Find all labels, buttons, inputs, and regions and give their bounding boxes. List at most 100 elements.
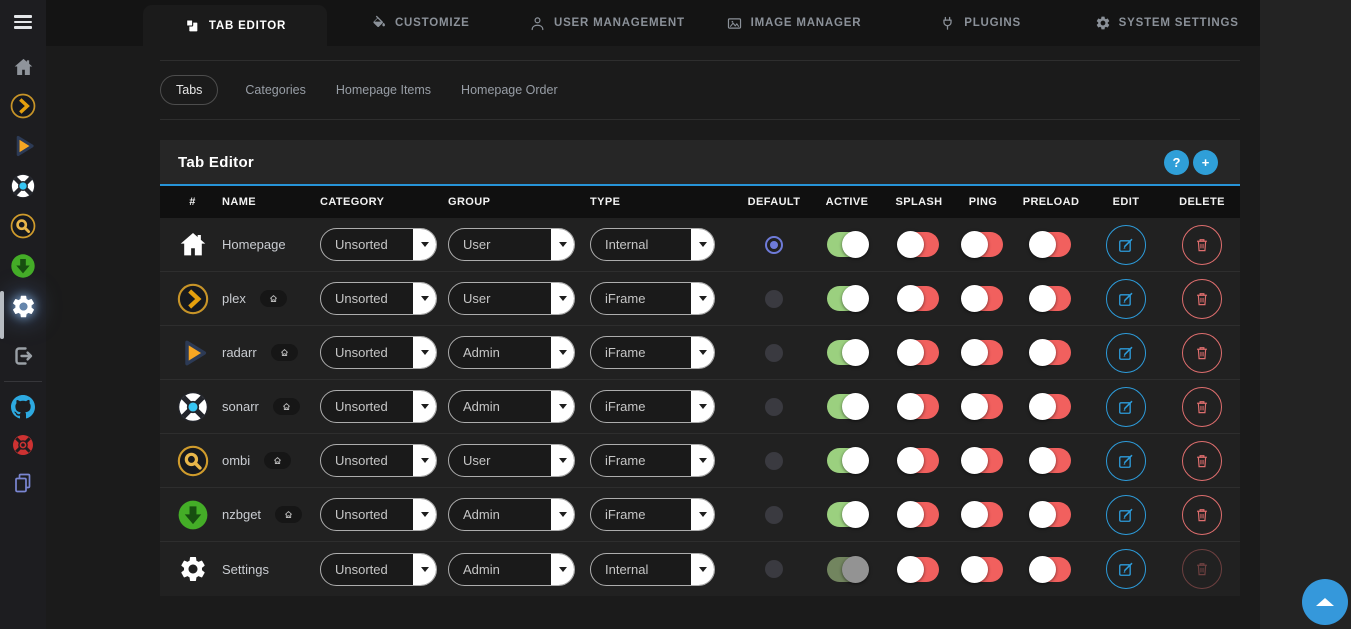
splash-toggle[interactable] [899, 286, 939, 311]
preload-toggle[interactable] [1031, 286, 1071, 311]
edit-button[interactable] [1106, 333, 1146, 373]
tab-user-management[interactable]: USER MANAGEMENT [514, 0, 701, 46]
type-select[interactable]: iFrame [590, 282, 715, 315]
splash-toggle[interactable] [899, 502, 939, 527]
edit-button[interactable] [1106, 441, 1146, 481]
sidebar-item-home[interactable] [0, 47, 46, 87]
ping-toggle[interactable] [963, 340, 1003, 365]
homepage-badge-button[interactable] [271, 344, 298, 361]
delete-button[interactable] [1182, 441, 1222, 481]
default-radio[interactable] [765, 506, 783, 524]
delete-button[interactable] [1182, 387, 1222, 427]
sidebar-item-plex[interactable] [0, 86, 46, 126]
type-select[interactable]: iFrame [590, 498, 715, 531]
sidebar-item-pages[interactable] [0, 463, 46, 503]
type-select[interactable]: iFrame [590, 444, 715, 477]
default-radio[interactable] [765, 452, 783, 470]
sidebar-item-settings[interactable] [0, 286, 46, 326]
sidebar-item-radarr[interactable] [0, 126, 46, 166]
group-select[interactable]: Admin [448, 553, 575, 586]
subnav-item-categories[interactable]: Categories [242, 76, 308, 104]
sidebar-item-nzbget[interactable] [0, 246, 46, 286]
category-select[interactable]: Unsorted [320, 336, 437, 369]
category-select[interactable]: Unsorted [320, 444, 437, 477]
active-toggle[interactable] [827, 340, 867, 365]
ping-toggle[interactable] [963, 448, 1003, 473]
default-radio[interactable] [765, 290, 783, 308]
splash-toggle[interactable] [899, 394, 939, 419]
subnav-item-homepage-order[interactable]: Homepage Order [458, 76, 561, 104]
delete-button[interactable] [1182, 495, 1222, 535]
preload-toggle[interactable] [1031, 340, 1071, 365]
active-toggle[interactable] [827, 448, 867, 473]
category-select[interactable]: Unsorted [320, 553, 437, 586]
tab-image-manager[interactable]: IMAGE MANAGER [700, 0, 887, 46]
default-radio[interactable] [765, 560, 783, 578]
default-radio[interactable] [765, 236, 783, 254]
subnav-item-homepage-items[interactable]: Homepage Items [333, 76, 434, 104]
type-select[interactable]: iFrame [590, 336, 715, 369]
sidebar-scrollbar[interactable] [0, 291, 4, 339]
delete-button[interactable] [1182, 333, 1222, 373]
tab-customize[interactable]: CUSTOMIZE [327, 0, 514, 46]
active-toggle[interactable] [827, 394, 867, 419]
group-select[interactable]: User [448, 282, 575, 315]
edit-button[interactable] [1106, 279, 1146, 319]
homepage-badge-button[interactable] [264, 452, 291, 469]
splash-toggle[interactable] [899, 340, 939, 365]
active-toggle[interactable] [827, 232, 867, 257]
menu-icon[interactable] [14, 15, 32, 29]
delete-button[interactable] [1182, 279, 1222, 319]
edit-button[interactable] [1106, 495, 1146, 535]
preload-toggle[interactable] [1031, 448, 1071, 473]
type-select[interactable]: Internal [590, 553, 715, 586]
sidebar-item-ombi[interactable] [0, 206, 46, 246]
type-select[interactable]: Internal [590, 228, 715, 261]
homepage-badge-button[interactable] [260, 290, 287, 307]
sidebar-item-sonarr[interactable] [0, 166, 46, 206]
tab-plugins[interactable]: PLUGINS [887, 0, 1074, 46]
homepage-badge-button[interactable] [273, 398, 300, 415]
category-select[interactable]: Unsorted [320, 282, 437, 315]
category-select[interactable]: Unsorted [320, 390, 437, 423]
ping-toggle[interactable] [963, 394, 1003, 419]
active-toggle[interactable] [827, 286, 867, 311]
type-select[interactable]: iFrame [590, 390, 715, 423]
group-select[interactable]: Admin [448, 390, 575, 423]
ping-toggle[interactable] [963, 286, 1003, 311]
splash-toggle[interactable] [899, 232, 939, 257]
tab-system-settings[interactable]: SYSTEM SETTINGS [1073, 0, 1260, 46]
sidebar-item-github[interactable] [0, 387, 46, 427]
edit-button[interactable] [1106, 225, 1146, 265]
ping-toggle[interactable] [963, 557, 1003, 582]
add-tab-button[interactable]: + [1193, 150, 1218, 175]
default-radio[interactable] [765, 398, 783, 416]
subnav-item-tabs[interactable]: Tabs [160, 75, 218, 105]
edit-button[interactable] [1106, 549, 1146, 589]
category-select[interactable]: Unsorted [320, 498, 437, 531]
group-select[interactable]: User [448, 228, 575, 261]
ping-toggle[interactable] [963, 232, 1003, 257]
tab-tab-editor[interactable]: TAB EDITOR [143, 5, 327, 46]
default-radio[interactable] [765, 344, 783, 362]
sidebar-item-support[interactable] [0, 425, 46, 465]
group-select[interactable]: User [448, 444, 575, 477]
active-toggle[interactable] [827, 502, 867, 527]
group-select[interactable]: Admin [448, 336, 575, 369]
splash-toggle[interactable] [899, 557, 939, 582]
preload-toggle[interactable] [1031, 394, 1071, 419]
group-select[interactable]: Admin [448, 498, 575, 531]
homepage-badge-button[interactable] [275, 506, 302, 523]
edit-button[interactable] [1106, 387, 1146, 427]
help-button[interactable]: ? [1164, 150, 1189, 175]
sidebar-item-logout[interactable] [0, 336, 46, 376]
preload-toggle[interactable] [1031, 502, 1071, 527]
preload-toggle[interactable] [1031, 557, 1071, 582]
scroll-to-top-button[interactable] [1302, 579, 1348, 625]
ping-toggle[interactable] [963, 502, 1003, 527]
splash-toggle[interactable] [899, 448, 939, 473]
nzbget-icon [177, 499, 209, 531]
category-select[interactable]: Unsorted [320, 228, 437, 261]
delete-button[interactable] [1182, 225, 1222, 265]
preload-toggle[interactable] [1031, 232, 1071, 257]
